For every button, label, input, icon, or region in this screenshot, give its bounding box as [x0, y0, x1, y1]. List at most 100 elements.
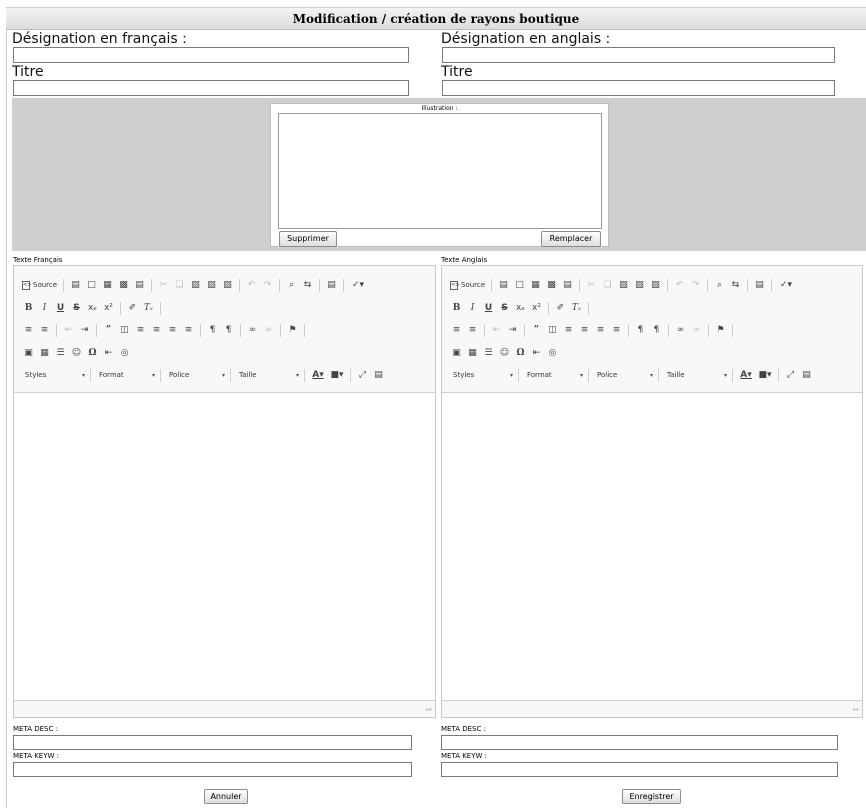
- delete-illustration-button[interactable]: Supprimer: [279, 231, 337, 247]
- unlink-icon[interactable]: ∞: [690, 323, 703, 337]
- show-blocks-icon[interactable]: ▤: [800, 368, 813, 382]
- iframe-icon[interactable]: ◎: [118, 346, 131, 360]
- designation-en-input[interactable]: [442, 47, 835, 63]
- cancel-button[interactable]: Annuler: [204, 789, 248, 804]
- font-dropdown[interactable]: Police ▾: [166, 368, 228, 382]
- size-dropdown[interactable]: Taille ▾: [236, 368, 302, 382]
- new-page-icon[interactable]: □: [513, 278, 526, 292]
- format-dropdown[interactable]: Format ▾: [96, 368, 158, 382]
- copy-icon[interactable]: ❏: [601, 278, 614, 292]
- link-icon[interactable]: ∞: [246, 323, 259, 337]
- text-direction-rtl-icon[interactable]: ¶: [650, 323, 663, 337]
- maximize-icon[interactable]: ⤢: [784, 368, 797, 382]
- spellcheck-icon[interactable]: ✓▾: [349, 278, 367, 292]
- align-right-icon[interactable]: ≡: [594, 323, 607, 337]
- justify-icon[interactable]: ≡: [610, 323, 623, 337]
- preview-icon[interactable]: ▦: [101, 278, 114, 292]
- styles-dropdown[interactable]: Styles ▾: [450, 368, 516, 382]
- text-color-icon[interactable]: A▾: [738, 368, 754, 382]
- paste-icon[interactable]: ▨: [617, 278, 630, 292]
- subscript-icon[interactable]: xₑ: [86, 301, 99, 315]
- bold-icon[interactable]: B: [22, 301, 35, 315]
- horizontal-line-icon[interactable]: ☰: [54, 346, 67, 360]
- table-icon[interactable]: ▦: [38, 346, 51, 360]
- paste-word-icon[interactable]: ▨: [649, 278, 662, 292]
- save-button[interactable]: Enregistrer: [622, 789, 681, 804]
- copy-format-icon[interactable]: ✐: [554, 301, 567, 315]
- templates-icon[interactable]: ▤: [133, 278, 146, 292]
- save-icon[interactable]: ▤: [497, 278, 510, 292]
- anchor-icon[interactable]: ⚑: [714, 323, 727, 337]
- font-dropdown[interactable]: Police ▾: [594, 368, 656, 382]
- align-right-icon[interactable]: ≡: [166, 323, 179, 337]
- superscript-icon[interactable]: x²: [102, 301, 115, 315]
- special-character-icon[interactable]: Ω: [86, 346, 99, 360]
- text-direction-ltr-icon[interactable]: ¶: [634, 323, 647, 337]
- format-dropdown[interactable]: Format ▾: [524, 368, 586, 382]
- page-break-icon[interactable]: ⇤: [102, 346, 115, 360]
- page-break-icon[interactable]: ⇤: [530, 346, 543, 360]
- indent-icon[interactable]: ⇥: [506, 323, 519, 337]
- paste-text-icon[interactable]: ▨: [205, 278, 218, 292]
- bulleted-list-icon[interactable]: ≡: [466, 323, 479, 337]
- maximize-icon[interactable]: ⤢: [356, 368, 369, 382]
- indent-icon[interactable]: ⇥: [78, 323, 91, 337]
- meta-keyw-fr-input[interactable]: [13, 762, 412, 777]
- size-dropdown[interactable]: Taille ▾: [664, 368, 730, 382]
- styles-dropdown[interactable]: Styles ▾: [22, 368, 88, 382]
- titre-fr-input[interactable]: [13, 80, 409, 96]
- meta-desc-fr-input[interactable]: [13, 735, 412, 750]
- paste-text-icon[interactable]: ▨: [633, 278, 646, 292]
- resize-grip-icon[interactable]: ⇿: [852, 705, 859, 715]
- outdent-icon[interactable]: ⇤: [490, 323, 503, 337]
- remove-format-icon[interactable]: Tₓ: [142, 301, 155, 315]
- copy-icon[interactable]: ❏: [173, 278, 186, 292]
- source-button[interactable]: <> Source: [450, 280, 485, 290]
- source-button[interactable]: <> Source: [22, 280, 57, 290]
- titre-en-input[interactable]: [442, 80, 835, 96]
- smiley-icon[interactable]: ☺: [70, 346, 83, 360]
- underline-icon[interactable]: U: [54, 301, 67, 315]
- horizontal-line-icon[interactable]: ☰: [482, 346, 495, 360]
- preview-icon[interactable]: ▦: [529, 278, 542, 292]
- smiley-icon[interactable]: ☺: [498, 346, 511, 360]
- text-direction-rtl-icon[interactable]: ¶: [222, 323, 235, 337]
- align-center-icon[interactable]: ≡: [150, 323, 163, 337]
- illustration-image-area[interactable]: [278, 113, 602, 229]
- undo-icon[interactable]: ↶: [245, 278, 258, 292]
- italic-icon[interactable]: I: [466, 301, 479, 315]
- underline-icon[interactable]: U: [482, 301, 495, 315]
- strikethrough-icon[interactable]: S: [70, 301, 83, 315]
- image-icon[interactable]: ▣: [22, 346, 35, 360]
- print-icon[interactable]: ▩: [545, 278, 558, 292]
- anchor-icon[interactable]: ⚑: [286, 323, 299, 337]
- strikethrough-icon[interactable]: S: [498, 301, 511, 315]
- save-icon[interactable]: ▤: [69, 278, 82, 292]
- align-left-icon[interactable]: ≡: [134, 323, 147, 337]
- new-page-icon[interactable]: □: [85, 278, 98, 292]
- cut-icon[interactable]: ✂: [157, 278, 170, 292]
- blockquote-icon[interactable]: ”: [530, 323, 543, 337]
- meta-keyw-en-input[interactable]: [441, 762, 838, 777]
- background-color-icon[interactable]: ■▾: [329, 368, 345, 382]
- superscript-icon[interactable]: x²: [530, 301, 543, 315]
- bulleted-list-icon[interactable]: ≡: [38, 323, 51, 337]
- editor-en-content[interactable]: [442, 394, 862, 700]
- special-character-icon[interactable]: Ω: [514, 346, 527, 360]
- subscript-icon[interactable]: xₑ: [514, 301, 527, 315]
- create-div-icon[interactable]: ◫: [118, 323, 131, 337]
- blockquote-icon[interactable]: ”: [102, 323, 115, 337]
- find-icon[interactable]: ⌕: [285, 278, 298, 292]
- cut-icon[interactable]: ✂: [585, 278, 598, 292]
- paste-word-icon[interactable]: ▨: [221, 278, 234, 292]
- paste-icon[interactable]: ▨: [189, 278, 202, 292]
- bold-icon[interactable]: B: [450, 301, 463, 315]
- align-left-icon[interactable]: ≡: [562, 323, 575, 337]
- align-center-icon[interactable]: ≡: [578, 323, 591, 337]
- redo-icon[interactable]: ↷: [689, 278, 702, 292]
- replace-icon[interactable]: ⇆: [729, 278, 742, 292]
- resize-grip-icon[interactable]: ⇿: [425, 705, 432, 715]
- templates-icon[interactable]: ▤: [561, 278, 574, 292]
- text-direction-ltr-icon[interactable]: ¶: [206, 323, 219, 337]
- spellcheck-icon[interactable]: ✓▾: [777, 278, 795, 292]
